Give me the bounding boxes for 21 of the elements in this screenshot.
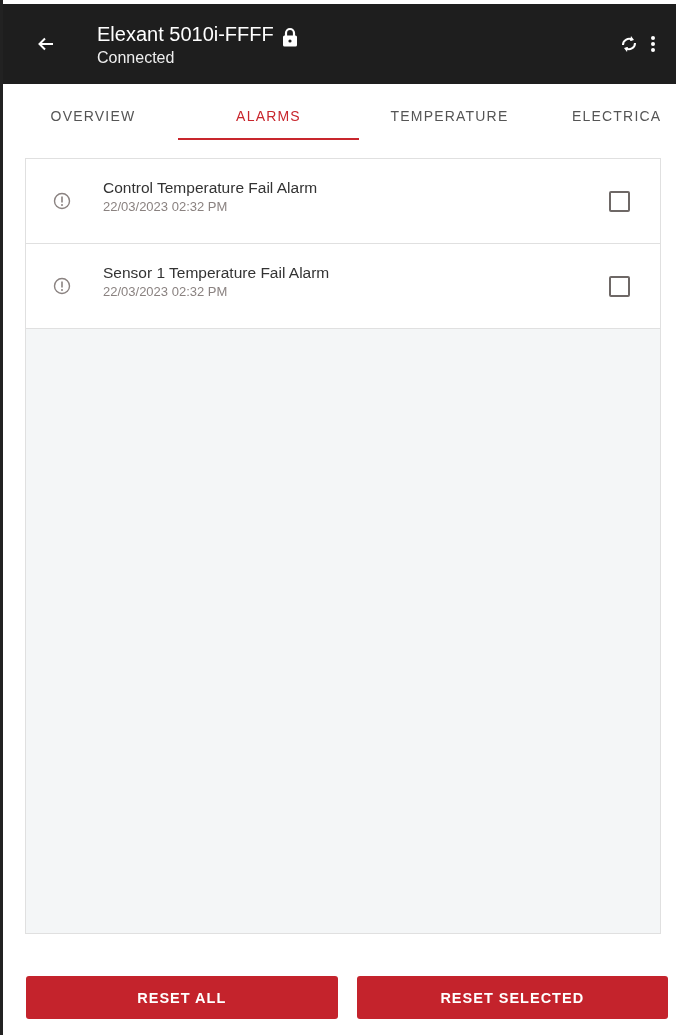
alarm-row[interactable]: Control Temperature Fail Alarm 22/03/2023 02:32 PM xyxy=(26,159,660,244)
reset-button[interactable]: RESET ALL xyxy=(26,976,338,1019)
tab[interactable]: TEMPERATURE xyxy=(359,84,540,140)
reset-button[interactable]: RESET SELECTED xyxy=(356,976,668,1019)
tab[interactable]: OVERVIEW xyxy=(8,84,178,140)
alarm-name: Control Temperature Fail Alarm xyxy=(103,178,319,197)
checkbox[interactable] xyxy=(609,275,630,297)
alarm-name: Sensor 1 Temperature Fail Alarm xyxy=(103,263,331,282)
more-vertical-icon xyxy=(650,35,656,53)
checkbox[interactable] xyxy=(609,190,630,212)
alert-circle-icon xyxy=(53,192,71,210)
connection-status: Connected xyxy=(97,49,176,67)
tab[interactable]: ELECTRICA xyxy=(540,84,662,140)
alarm-row[interactable]: Sensor 1 Temperature Fail Alarm 22/03/2023 02:32 PM xyxy=(26,244,660,329)
alarm-timestamp: 22/03/2023 02:32 PM xyxy=(103,198,229,214)
sync-icon xyxy=(620,34,638,54)
alarm-timestamp: 22/03/2023 02:32 PM xyxy=(103,283,229,299)
tab[interactable]: ALARMS xyxy=(178,84,359,140)
alert-circle-icon xyxy=(53,277,71,295)
device-title: Elexant 5010i-FFFF xyxy=(97,22,274,46)
back-arrow-icon xyxy=(37,35,55,53)
